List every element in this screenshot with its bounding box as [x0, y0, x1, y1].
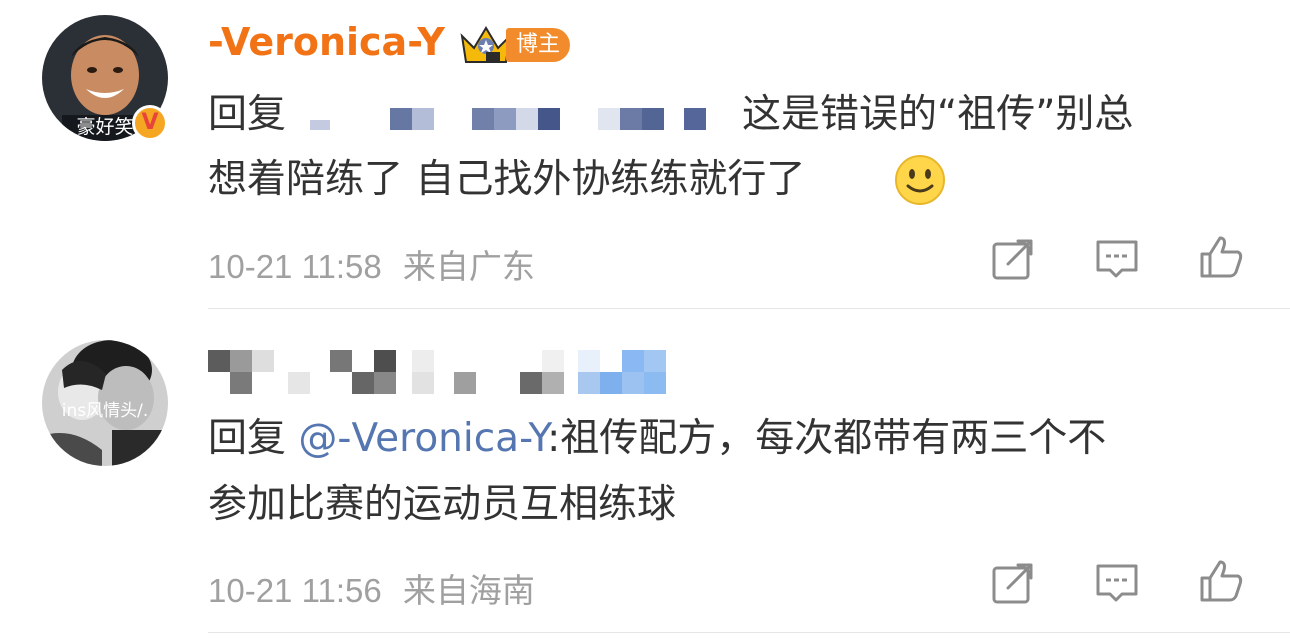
verified-badge-icon: V [132, 105, 168, 141]
comment-icon[interactable] [1092, 234, 1142, 284]
obscured-mention[interactable] [300, 98, 720, 134]
mention-link[interactable]: @-Veronica-Y [298, 416, 547, 461]
comment-location: 来自海南 [402, 572, 535, 609]
comment-meta: 10-21 11:56 来自海南 [208, 564, 535, 612]
share-icon[interactable] [988, 234, 1038, 284]
like-icon[interactable] [1196, 556, 1246, 606]
like-icon[interactable] [1196, 232, 1246, 282]
author-name[interactable]: -Veronica-Y [208, 20, 445, 64]
comment-meta: 10-21 11:58 来自广东 [208, 240, 535, 288]
reply-prefix: 回复 [208, 416, 287, 461]
comment-item: 豪好笑 V -Veronica-Y 博主 回复 这是错误的“祖传”别总 想着陪练… [0, 0, 1290, 310]
comment-text-line-1: 回复 @-Veronica-Y:祖传配方，每次都带有两三个不 [208, 416, 1106, 462]
avatar-caption: ins风情头/. [61, 401, 149, 421]
divider [208, 308, 1290, 309]
comment-icon[interactable] [1092, 558, 1142, 608]
share-icon[interactable] [988, 558, 1038, 608]
comment-item: ins风情头/. 回复 @-Veronica-Y:祖传配方，每次都带有两三个不 … [0, 310, 1290, 644]
comment-text-content-1: 这是错误的“祖传”别总 [742, 92, 1134, 137]
comment-location: 来自广东 [402, 248, 535, 285]
obscured-author-name[interactable] [208, 350, 688, 394]
comment-text-line-2: 参加比赛的运动员互相练球 [208, 482, 677, 527]
divider [208, 632, 1290, 633]
avatar[interactable]: ins风情头/. [42, 340, 168, 466]
smile-emoji-icon [895, 155, 945, 205]
comment-text-line-1: 回复 [208, 92, 286, 138]
comment-text-line-2: 想着陪练了 自己找外协练练就行了 [208, 157, 806, 202]
comment-time: 10-21 11:56 [208, 572, 382, 609]
reply-prefix: 回复 [208, 92, 287, 137]
comment-time: 10-21 11:58 [208, 248, 382, 285]
comment-text-content-1: :祖传配方，每次都带有两三个不 [547, 416, 1107, 461]
host-tag: 博主 [506, 28, 571, 62]
